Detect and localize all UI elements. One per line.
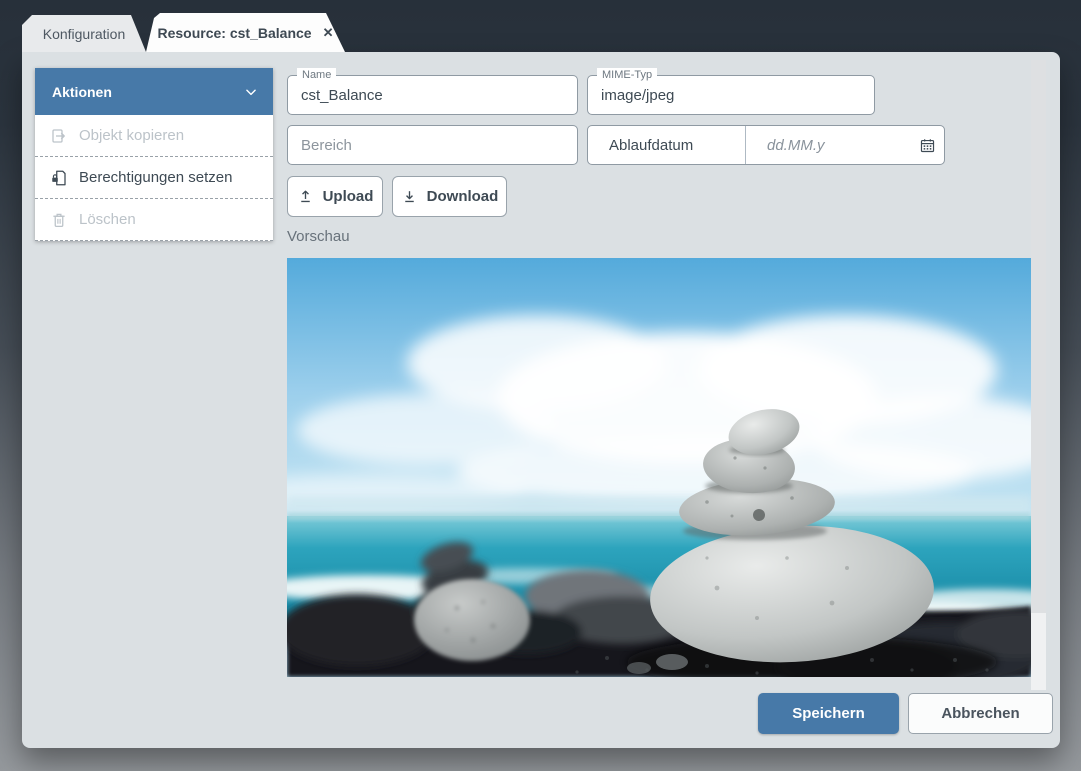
actions-sidebar: Aktionen Objekt kopieren — [35, 68, 273, 241]
tab-konfiguration[interactable]: Konfiguration — [22, 15, 146, 52]
tab-konfiguration-label: Konfiguration — [43, 26, 126, 42]
tab-resource-label: Resource: cst_Balance — [158, 25, 312, 41]
action-loeschen-label: Löschen — [79, 211, 136, 228]
name-field: Name — [287, 75, 578, 115]
action-objekt-kopieren: Objekt kopieren — [35, 115, 273, 157]
calendar-icon[interactable] — [910, 137, 944, 154]
mime-field: MIME-Typ — [587, 75, 875, 115]
vertical-scrollbar[interactable] — [1031, 60, 1046, 690]
download-icon — [401, 188, 418, 205]
resource-editor-panel: Aktionen Objekt kopieren — [22, 52, 1060, 748]
ablaufdatum-input[interactable] — [746, 126, 910, 164]
close-tab-icon[interactable]: ✕ — [323, 25, 334, 41]
save-button[interactable]: Speichern — [758, 693, 899, 734]
name-field-label: Name — [297, 68, 336, 82]
bereich-field — [287, 125, 578, 165]
copy-object-icon — [50, 127, 68, 145]
preview-section-label: Vorschau — [287, 228, 350, 245]
application-window: Konfiguration Resource: cst_Balance ✕ Ak… — [0, 0, 1081, 771]
preview-image — [287, 258, 1031, 677]
permissions-lock-icon — [50, 169, 68, 187]
mime-field-label: MIME-Typ — [597, 68, 657, 82]
actions-header-label: Aktionen — [52, 84, 112, 100]
zen-stones-photo — [287, 258, 1031, 677]
ablaufdatum-label: Ablaufdatum — [588, 126, 746, 164]
action-loeschen: Löschen — [35, 199, 273, 241]
upload-icon — [297, 188, 314, 205]
cancel-button[interactable]: Abbrechen — [908, 693, 1053, 734]
bereich-input[interactable] — [288, 126, 577, 164]
chevron-down-icon — [244, 85, 258, 99]
action-objekt-kopieren-label: Objekt kopieren — [79, 127, 184, 144]
action-berechtigungen-setzen[interactable]: Berechtigungen setzen — [35, 157, 273, 199]
ablaufdatum-field: Ablaufdatum — [587, 125, 945, 165]
actions-header[interactable]: Aktionen — [35, 68, 273, 115]
upload-button[interactable]: Upload — [287, 176, 383, 217]
trash-icon — [50, 211, 68, 229]
upload-button-label: Upload — [323, 188, 374, 205]
tab-resource-cst-balance[interactable]: Resource: cst_Balance ✕ — [146, 13, 345, 52]
action-berechtigungen-setzen-label: Berechtigungen setzen — [79, 169, 232, 186]
scrollbar-thumb[interactable] — [1031, 60, 1046, 613]
download-button[interactable]: Download — [392, 176, 507, 217]
download-button-label: Download — [427, 188, 499, 205]
